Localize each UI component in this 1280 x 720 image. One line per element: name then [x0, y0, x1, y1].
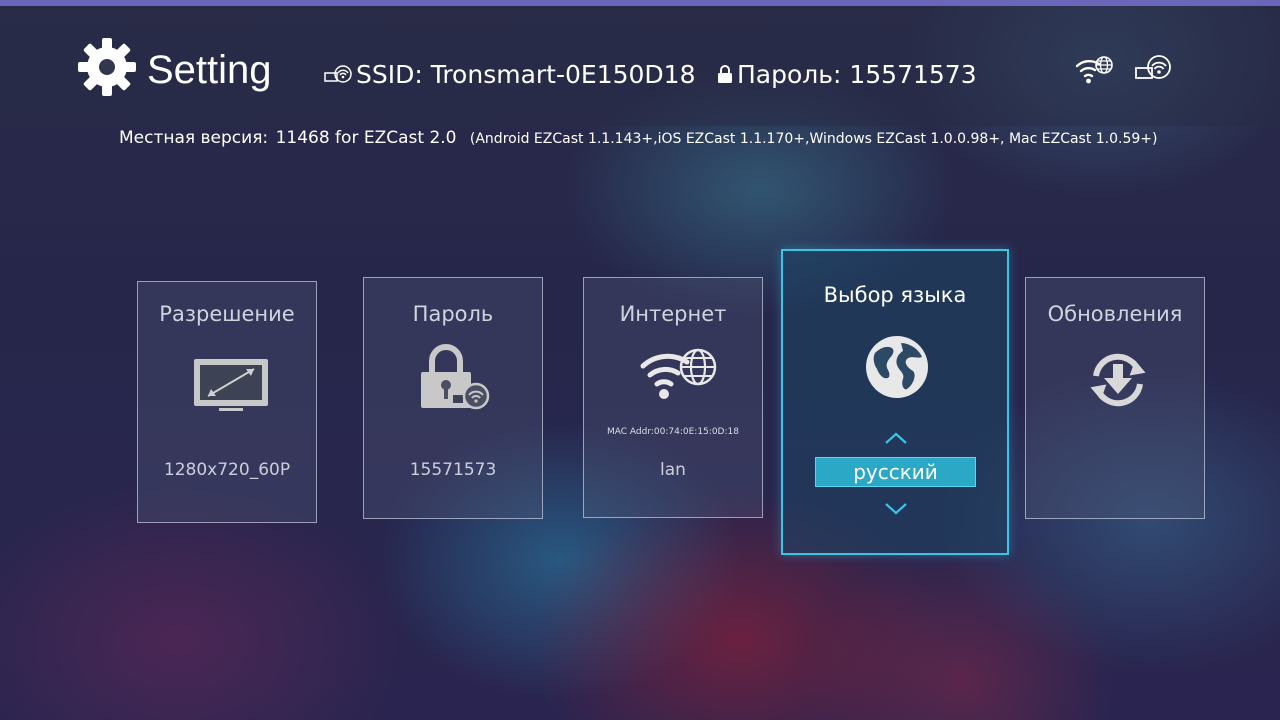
- internet-card[interactable]: Интернет MAC Addr:00:74:0E:15:0D:18 lan: [583, 277, 763, 518]
- resolution-title: Разрешение: [159, 302, 295, 326]
- gear-icon: [78, 38, 136, 96]
- password-text: Пароль: 15571573: [737, 60, 977, 89]
- page-title: Setting: [147, 48, 272, 92]
- update-title: Обновления: [1047, 302, 1183, 326]
- update-card[interactable]: Обновления: [1025, 277, 1205, 519]
- display-wifi-icon: [324, 65, 352, 83]
- mac-address: MAC Addr:00:74:0E:15:0D:18: [607, 427, 739, 437]
- language-select[interactable]: русский: [815, 457, 976, 487]
- language-card[interactable]: Выбор языка русский: [781, 249, 1009, 555]
- version-label: Местная версия:: [119, 128, 269, 148]
- lock-icon: [421, 344, 490, 410]
- version-row: Местная версия: 11468 for EZCast 2.0 (An…: [119, 128, 1158, 148]
- internet-title: Интернет: [619, 302, 727, 326]
- version-build: 11468 for EZCast 2.0: [275, 128, 457, 148]
- chevron-down-icon[interactable]: [884, 502, 908, 516]
- lock-icon: [718, 65, 732, 83]
- password-value: 15571573: [409, 460, 497, 480]
- resolution-card[interactable]: Разрешение 1280x720_60P: [137, 281, 317, 523]
- wifi-globe-icon: [640, 348, 717, 399]
- wifi-globe-icon: [1075, 56, 1113, 84]
- resolution-value: 1280x720_60P: [163, 460, 291, 480]
- globe-icon: [866, 336, 928, 398]
- update-icon: [1090, 353, 1146, 407]
- password-title: Пароль: [412, 302, 494, 326]
- ssid-text: SSID: Tronsmart-0E150D18: [356, 60, 696, 89]
- chevron-up-icon[interactable]: [884, 431, 908, 445]
- display-wifi-icon: [1135, 55, 1171, 79]
- internet-value: lan: [660, 460, 686, 480]
- password-card[interactable]: Пароль 15571573: [363, 277, 543, 519]
- monitor-resize-icon: [194, 359, 268, 411]
- language-title: Выбор языка: [823, 283, 967, 307]
- version-compat: (Android EZCast 1.1.143+,iOS EZCast 1.1.…: [469, 131, 1158, 147]
